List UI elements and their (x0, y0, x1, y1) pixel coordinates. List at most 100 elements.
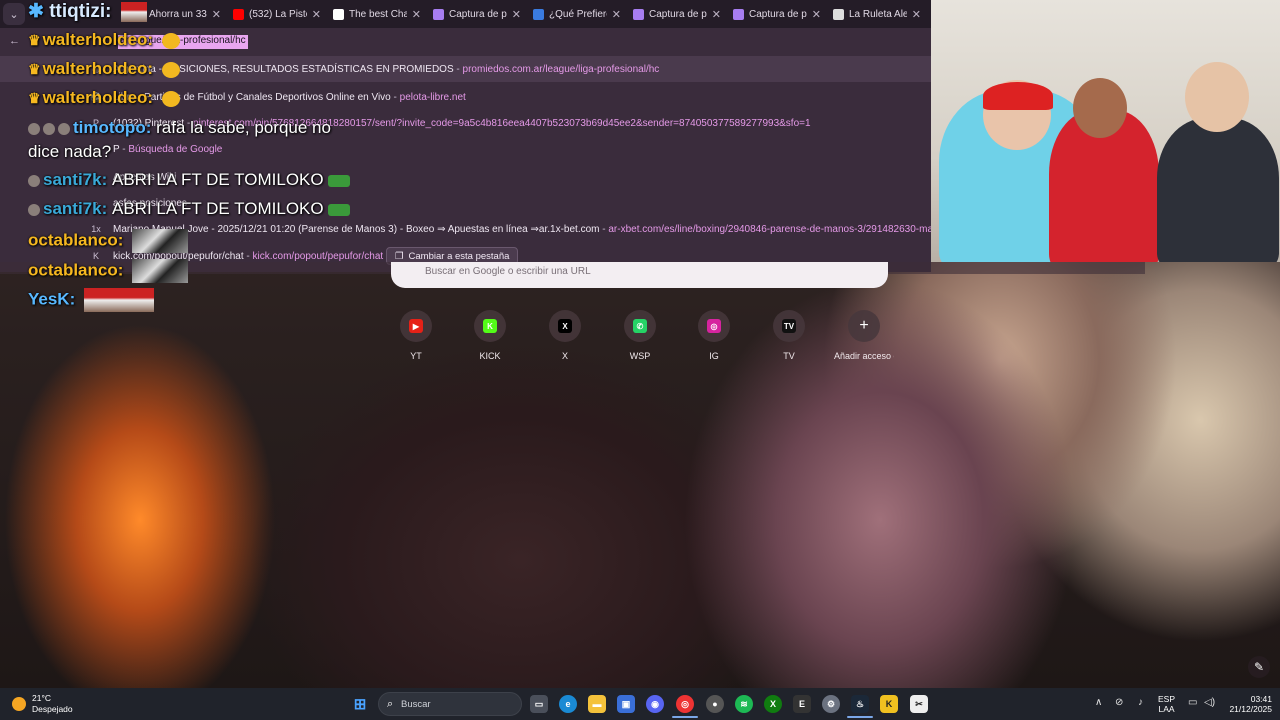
network-off-icon[interactable]: ⊘ (1115, 697, 1123, 708)
chat-username: walterholdeo: (42, 88, 154, 107)
chat-message: timotopo: rafa la sabe, porque no (28, 118, 331, 138)
shortcut-logo-icon: ◎ (707, 319, 721, 333)
back-arrow-icon[interactable]: ← (9, 35, 20, 47)
browser-tab[interactable]: (532) La Pistola ✕ (227, 0, 327, 28)
tab-title: Captura de pa (749, 8, 807, 20)
chat-badge-icon (28, 174, 40, 187)
chat-message: ♛ walterholdeo: (28, 59, 180, 79)
suggestion-url: Búsqueda de Google (128, 143, 223, 155)
browser-tab[interactable]: Captura de pa ✕ (427, 0, 527, 28)
chat-emote-icon (327, 174, 350, 187)
shortcut-tile[interactable]: XX (535, 310, 595, 361)
xbox-icon[interactable]: X (764, 695, 782, 713)
browser-tab[interactable]: ¿Qué Prefieres ✕ (527, 0, 627, 28)
discord-icon[interactable]: ◉ (646, 695, 664, 713)
shortcut-label: X (561, 351, 568, 361)
suggestion-url: pelota-libre.net (399, 91, 466, 103)
weather-temp: 21°C (32, 693, 51, 703)
shortcut-tile[interactable]: ✆ WSP (610, 310, 670, 361)
shortcut-tile[interactable]: K KICK (460, 310, 520, 361)
spotify-icon[interactable]: ≋ (735, 695, 753, 713)
chat-username: YesK: (28, 289, 76, 309)
browser-tab[interactable]: Captura de pa ✕ (627, 0, 727, 28)
chat-text: ABRI LA FT DE TOMILOKO (111, 199, 324, 218)
taskbar-search[interactable]: ⌕ Buscar (378, 692, 522, 716)
volume-icon[interactable]: ◁) (1204, 697, 1215, 708)
browser-tab[interactable]: Captura de pa ✕ (727, 0, 827, 28)
shortcut-label: YT (410, 351, 422, 361)
chat-emote-icon (327, 203, 350, 216)
tab-close-icon[interactable]: ✕ (912, 8, 921, 21)
tab-close-icon[interactable]: ✕ (712, 8, 721, 21)
language-indicator[interactable]: ESP LAA (1158, 694, 1175, 714)
shortcut-label: KICK (479, 351, 501, 361)
microphone-icon[interactable]: ♪ (1138, 697, 1143, 708)
ntp-search-placeholder: Buscar en Google o escribir una URL (425, 266, 591, 277)
display-icon[interactable]: ▭ (1188, 697, 1197, 708)
browser-tab[interactable]: The best Chat ✕ (327, 0, 427, 28)
switch-to-tab-label: Cambiar a esta pestaña (408, 250, 510, 262)
task-view-icon[interactable]: ▭ (530, 695, 548, 713)
tab-close-icon[interactable]: ✕ (212, 8, 221, 21)
chat-username: octablanco: (28, 260, 124, 280)
chrome-icon[interactable]: ◎ (676, 695, 694, 713)
tab-title: La Ruleta Aleat (849, 8, 907, 20)
chat-header-icon: ✱ (28, 1, 44, 22)
chat-text: dice nada? (28, 142, 112, 161)
suggestion-title: P (113, 143, 120, 155)
windows-start-icon[interactable]: ⊞ (351, 695, 369, 713)
tab-close-icon[interactable]: ✕ (612, 8, 621, 21)
tab-title: The best Chat (349, 8, 407, 20)
chat-badge-icon (28, 203, 40, 216)
file-explorer-icon[interactable]: ▬ (588, 695, 606, 713)
chat-username: walterholdeo: (42, 30, 154, 49)
suggestion-url: kick.com/popout/pepufor/chat (252, 250, 384, 262)
browser-tab[interactable]: La Ruleta Aleat ✕ (827, 0, 927, 28)
crown-badge-icon: ♛ (28, 32, 41, 48)
epic-games-icon[interactable]: E (793, 695, 811, 713)
ntp-search-box[interactable]: Buscar en Google o escribir una URL (391, 262, 888, 288)
chat-message: octablanco: (28, 229, 189, 253)
lang-bottom: LAA (1158, 704, 1175, 714)
tab-close-icon[interactable]: ✕ (312, 8, 321, 21)
chat-message: santi7k: ABRI LA FT DE TOMILOKO (28, 170, 350, 190)
chat-message: YesK: (28, 288, 154, 312)
store-icon[interactable]: ▣ (617, 695, 635, 713)
tab-search-chevron-icon[interactable]: ⌄ (3, 3, 25, 25)
chat-badge-icon (43, 122, 55, 135)
shortcut-circle: ▶ (400, 310, 432, 342)
tab-favicon-icon (233, 8, 244, 20)
weather-widget[interactable]: 21°C Despejado (12, 693, 73, 715)
obs-icon[interactable]: ● (706, 695, 724, 713)
tray-chevron-up-icon[interactable]: ∧ (1095, 697, 1102, 708)
edge-icon[interactable]: e (559, 695, 577, 713)
tab-close-icon[interactable]: ✕ (512, 8, 521, 21)
shortcut-circle: TV (773, 310, 805, 342)
tabs-container: Ahorra un 33 %✕(532) La Pistola✕The best… (127, 0, 927, 28)
shortcut-tile[interactable]: ◎ IG (684, 310, 744, 361)
omnibox-suggestion[interactable]: ⌕ P - Búsqueda de Google (0, 136, 931, 162)
suggestion-url: ar-xbet.com/es/line/boxing/2940846-paren… (608, 223, 931, 235)
tab-close-icon[interactable]: ✕ (812, 8, 821, 21)
shortcut-circle: ✆ (624, 310, 656, 342)
santa-hat-icon (983, 82, 1053, 110)
shortcut-tile[interactable]: + Añadir acceso directo (834, 310, 894, 361)
shortcut-tile[interactable]: ▶ YT (386, 310, 446, 361)
tab-favicon-icon (833, 8, 844, 20)
search-icon: ⌕ (387, 698, 394, 710)
app-icon[interactable]: K (880, 695, 898, 713)
clock[interactable]: 03:41 21/12/2025 (1222, 694, 1272, 714)
shortcut-tile[interactable]: TV TV (759, 310, 819, 361)
steam-icon[interactable]: ♨ (851, 695, 869, 713)
tab-close-icon[interactable]: ✕ (412, 8, 421, 21)
tab-title: Captura de pa (449, 8, 507, 20)
snipping-tool-icon[interactable]: ✂ (910, 695, 928, 713)
santa-emote-icon (120, 1, 147, 22)
tab-favicon-icon (733, 8, 744, 20)
chat-emote-icon (83, 288, 154, 312)
webcam-face-middle (1073, 78, 1127, 138)
shortcut-circle: + (848, 310, 880, 342)
clock-date: 21/12/2025 (1229, 704, 1272, 714)
customize-pencil-icon[interactable]: ✎ (1248, 656, 1270, 678)
settings-gear-icon[interactable]: ⚙ (822, 695, 840, 713)
